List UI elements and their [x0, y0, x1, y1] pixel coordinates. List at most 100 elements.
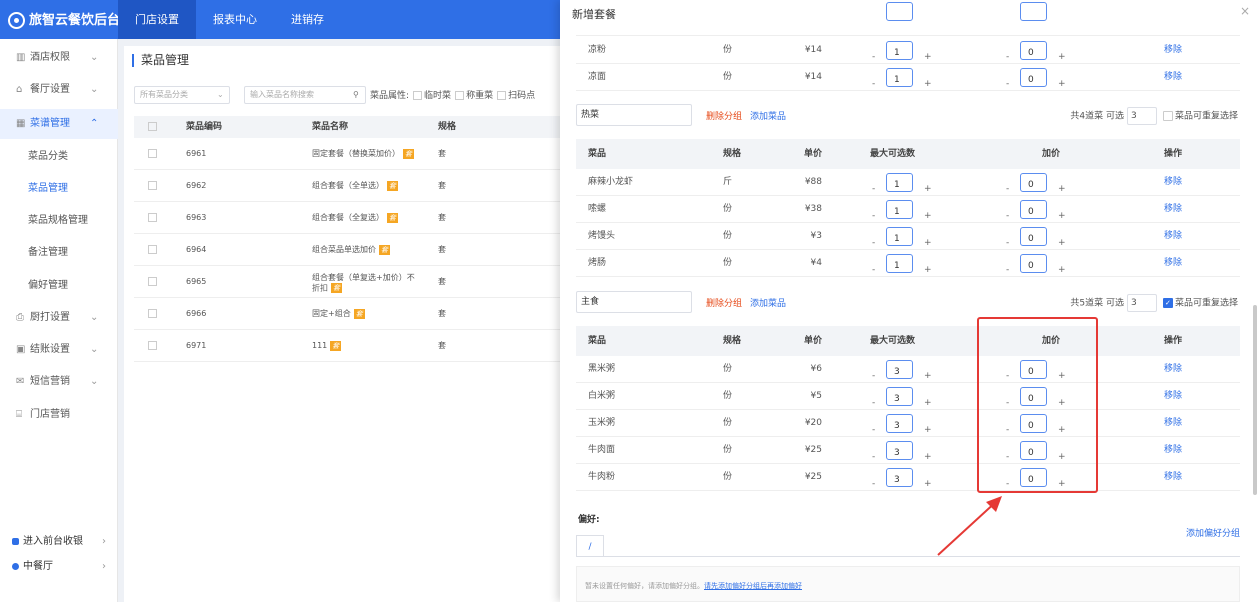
extra-price-value[interactable]: 0 — [1020, 173, 1047, 192]
attr-checkbox[interactable] — [497, 91, 507, 100]
attr-checkbox[interactable] — [455, 91, 465, 100]
table-row[interactable]: 6965 组合套餐（单复选+加价）不 折扣套套 — [134, 266, 564, 298]
table-row[interactable]: 6963 组合套餐（全复选）套套 — [134, 202, 564, 234]
row-checkbox[interactable] — [148, 170, 157, 202]
remove-link[interactable]: 移除 — [1164, 464, 1182, 491]
extra-price-value[interactable]: 0 — [1020, 200, 1047, 219]
dish-price: ¥25 — [804, 445, 822, 455]
top-nav-reports[interactable]: 报表中心 — [196, 0, 274, 39]
max-select-value[interactable]: 3 — [886, 360, 913, 379]
max-select-value[interactable]: 3 — [886, 468, 913, 487]
category-select[interactable]: 所有菜品分类 ⌄ — [134, 86, 230, 104]
remove-link[interactable]: 移除 — [1164, 437, 1182, 464]
max-select-value[interactable]: 1 — [886, 200, 913, 219]
sidebar-foot-restaurant[interactable]: 中餐厅 › — [0, 556, 118, 578]
sidebar-item-hotel-permissions[interactable]: ▥ 酒店权限 ⌄ — [0, 43, 118, 73]
group-summary: 共4道菜 可选 3 菜品可重复选择 — [1070, 107, 1238, 125]
max-select-box[interactable] — [886, 2, 913, 21]
max-select-value[interactable]: 1 — [886, 68, 913, 87]
table-row[interactable]: 6961 固定套餐（替换菜加价）套套 — [134, 138, 564, 170]
preference-tab[interactable]: / — [576, 535, 604, 557]
max-select-value[interactable]: 3 — [886, 441, 913, 460]
dish-price: ¥14 — [804, 45, 822, 55]
add-dish-link[interactable]: 添加菜品 — [750, 112, 786, 122]
max-select-value[interactable]: 1 — [886, 173, 913, 192]
minus-icon[interactable]: - — [872, 257, 875, 284]
sidebar-item-restaurant-settings[interactable]: ⌂ 餐厅设置 ⌄ — [0, 75, 118, 105]
remove-link[interactable]: 移除 — [1164, 169, 1182, 196]
max-select-value[interactable]: 1 — [886, 227, 913, 246]
extra-price-value[interactable]: 0 — [1020, 41, 1047, 60]
sidebar-sub-remarks[interactable]: 备注管理 — [0, 238, 118, 268]
th-dish: 菜品 — [588, 149, 607, 159]
dish-name: 烤馒头 — [588, 231, 616, 241]
remove-link[interactable]: 移除 — [1164, 356, 1182, 383]
max-select-value[interactable]: 3 — [886, 414, 913, 433]
extra-price-value[interactable]: 0 — [1020, 227, 1047, 246]
table-row[interactable]: 6964 组合菜品单选加价套套 — [134, 234, 564, 266]
max-select-value[interactable]: 1 — [886, 254, 913, 273]
repeat-checkbox[interactable]: ✓ — [1162, 298, 1173, 308]
sidebar-foot-pos[interactable]: 进入前台收银 › — [0, 531, 118, 553]
minus-icon[interactable]: - — [1006, 71, 1009, 98]
plus-icon[interactable]: + — [1058, 257, 1066, 284]
table-row[interactable]: 6966 固定+组合套套 — [134, 298, 564, 330]
row-checkbox[interactable] — [148, 330, 157, 362]
sidebar-item-checkout[interactable]: ▣ 结账设置 ⌄ — [0, 335, 118, 365]
remove-link[interactable]: 移除 — [1164, 196, 1182, 223]
sidebar-item-kitchen-print[interactable]: ⎙ 厨打设置 ⌄ — [0, 303, 118, 333]
sidebar-sub-preferences[interactable]: 偏好管理 — [0, 271, 118, 301]
page-title: 菜品管理 — [132, 54, 189, 67]
select-all-checkbox[interactable] — [148, 116, 157, 138]
sidebar-item-menu-management[interactable]: ▦ 菜谱管理 ⌃ — [0, 109, 118, 139]
attr-checkbox[interactable] — [413, 91, 423, 100]
row-checkbox[interactable] — [148, 234, 157, 266]
extra-price-value[interactable]: 0 — [1020, 68, 1047, 87]
package-dish-row: 凉粉份 ¥14-1 + -0 + 移除 — [576, 37, 1240, 64]
top-nav-store-settings[interactable]: 门店设置 — [118, 0, 196, 39]
delete-group-link[interactable]: 删除分组 — [706, 299, 742, 309]
minus-icon[interactable]: - — [872, 71, 875, 98]
minus-icon[interactable]: - — [1006, 257, 1009, 284]
close-icon[interactable]: × — [1240, 4, 1250, 18]
sidebar-sub-dish-category[interactable]: 菜品分类 — [0, 142, 118, 172]
remove-link[interactable]: 移除 — [1164, 223, 1182, 250]
sidebar-sub-dish-spec[interactable]: 菜品规格管理 — [0, 206, 118, 236]
top-nav-inventory[interactable]: 进销存 — [274, 0, 341, 39]
add-dish-link[interactable]: 添加菜品 — [750, 299, 786, 309]
table-row[interactable]: 6962 组合套餐（全单选）套套 — [134, 170, 564, 202]
remove-link[interactable]: 移除 — [1164, 410, 1182, 437]
package-tag: 套 — [353, 308, 365, 319]
sidebar-item-sms-marketing[interactable]: ✉ 短信营销 ⌄ — [0, 367, 118, 397]
max-select-value[interactable]: 1 — [886, 41, 913, 60]
table-row[interactable]: 6971 111 套套 — [134, 330, 564, 362]
optional-count-input[interactable]: 3 — [1126, 294, 1157, 312]
minus-icon[interactable]: - — [872, 471, 875, 498]
home-icon: ⌂ — [16, 84, 23, 95]
row-checkbox[interactable] — [148, 266, 157, 298]
delete-group-link[interactable]: 删除分组 — [706, 112, 742, 122]
add-preference-group-link[interactable]: 添加偏好分组 — [1186, 526, 1240, 539]
remove-link[interactable]: 移除 — [1164, 250, 1182, 277]
remove-link[interactable]: 移除 — [1164, 37, 1182, 64]
optional-count-input[interactable]: 3 — [1126, 107, 1157, 125]
sidebar-sub-dish-management[interactable]: 菜品管理 — [0, 174, 118, 204]
extra-price-box[interactable] — [1020, 2, 1047, 21]
group-name-input[interactable]: 热菜 — [576, 104, 692, 126]
row-checkbox[interactable] — [148, 138, 157, 170]
drawer-scrollbar[interactable] — [1253, 305, 1257, 495]
sidebar-item-store-marketing[interactable]: ⌸ 门店营销 — [0, 400, 118, 430]
plus-icon[interactable]: + — [924, 257, 932, 284]
max-select-value[interactable]: 3 — [886, 387, 913, 406]
row-checkbox[interactable] — [148, 202, 157, 234]
search-input[interactable]: 输入菜品名称搜索 ⚲ — [244, 86, 366, 104]
group-name-input[interactable]: 主食 — [576, 291, 692, 313]
extra-price-value[interactable]: 0 — [1020, 254, 1047, 273]
remove-link[interactable]: 移除 — [1164, 64, 1182, 91]
remove-link[interactable]: 移除 — [1164, 383, 1182, 410]
row-checkbox[interactable] — [148, 298, 157, 330]
plus-icon[interactable]: + — [924, 71, 932, 98]
plus-icon[interactable]: + — [1058, 71, 1066, 98]
preference-add-link[interactable]: 请先添加偏好分组后再添加偏好 — [704, 582, 802, 590]
repeat-checkbox[interactable] — [1162, 111, 1173, 121]
